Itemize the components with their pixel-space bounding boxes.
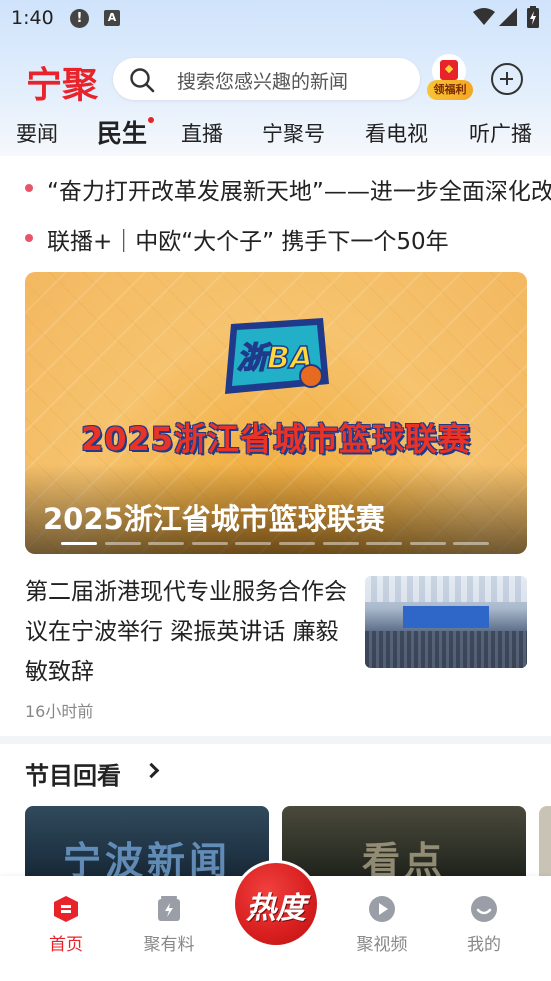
carousel-dot[interactable] <box>61 542 97 545</box>
carousel-indicator <box>61 542 501 546</box>
carousel-dot[interactable] <box>453 542 490 545</box>
article-title: 第二届浙港现代专业服务合作会议在宁波举行 梁振英讲话 廉毅敏致辞 <box>25 579 347 685</box>
carousel-dot[interactable] <box>322 542 359 545</box>
headline-text: 联播+｜中欧“大个子” 携手下一个50年 <box>47 229 449 255</box>
nav-home-label: 首页 <box>49 935 83 955</box>
tab-tingguangbo[interactable]: 听广播 <box>469 118 532 148</box>
banner-caption: 2025浙江省城市篮球联赛 <box>43 502 385 536</box>
tab-minsheng[interactable]: 民生 <box>97 114 155 150</box>
bullet-icon <box>25 234 33 242</box>
news-article[interactable]: 第二届浙港现代专业服务合作会议在宁波举行 梁振英讲话 廉毅敏致辞 16小时前 <box>0 566 551 736</box>
headline-item[interactable]: 联播+｜中欧“大个子” 携手下一个50年 <box>0 218 551 258</box>
nav-mine[interactable]: 我的 <box>444 894 524 955</box>
carousel-dot[interactable] <box>279 542 315 545</box>
banner-title-art: 2025浙江省城市篮球联赛 <box>80 420 472 458</box>
gift-label: 领福利 <box>427 80 473 100</box>
news-feed: “奋力打开改革发展新天地”——进一步全面深化改革 联播+｜中欧“大个子” 携手下… <box>0 156 551 876</box>
gift-button[interactable]: 领福利 <box>427 54 473 102</box>
nav-juyouliao-label: 聚有料 <box>143 935 195 955</box>
status-bar: 1:40 ! A <box>0 0 551 38</box>
hot-button-label: 热度 <box>246 891 306 926</box>
red-envelope-icon <box>440 60 458 80</box>
thumbnail-lights <box>365 576 527 602</box>
tab-yaowen[interactable]: 要闻 <box>16 118 58 148</box>
carousel-banner[interactable]: 浙BA 2025浙江省城市篮球联赛 2025浙江省城市篮球联赛 <box>25 272 527 554</box>
search-placeholder: 搜索您感兴趣的新闻 <box>177 71 349 93</box>
article-time: 16小时前 <box>25 702 94 721</box>
chevron-right-icon[interactable] <box>143 762 160 779</box>
app-logo[interactable]: 宁聚 <box>26 56 98 108</box>
replay-card[interactable]: 宁波新闻 <box>25 806 269 876</box>
nav-juyouliao[interactable]: 聚有料 <box>129 894 209 955</box>
flash-icon <box>158 896 180 921</box>
headline-item[interactable]: “奋力打开改革发展新天地”——进一步全面深化改革 <box>0 168 551 208</box>
tab-zhibo[interactable]: 直播 <box>181 118 223 148</box>
signal-icon <box>499 8 517 26</box>
tab-minsheng-label: 民生 <box>97 119 148 148</box>
add-icon[interactable] <box>491 63 523 95</box>
tab-ningjuhao[interactable]: 宁聚号 <box>262 118 325 148</box>
status-time: 1:40 <box>11 7 54 29</box>
nav-jushipin[interactable]: 聚视频 <box>342 894 422 955</box>
alert-icon: ! <box>70 9 89 28</box>
section-divider <box>0 736 551 744</box>
search-bar[interactable]: 搜索您感兴趣的新闻 <box>113 58 420 100</box>
nav-mine-label: 我的 <box>467 935 501 955</box>
text-notification-icon: A <box>104 10 120 26</box>
play-icon <box>369 896 395 922</box>
thumbnail-stage <box>403 606 489 628</box>
replay-title: 看点 <box>361 839 446 876</box>
replay-card[interactable]: 看点 <box>282 806 526 876</box>
carousel-dot[interactable] <box>235 542 272 545</box>
thumbnail-audience <box>365 631 527 668</box>
tab-kandianshi[interactable]: 看电视 <box>365 118 428 148</box>
new-dot-icon <box>148 117 155 123</box>
headline-text: “奋力打开改革发展新天地”——进一步全面深化改革 <box>47 179 551 205</box>
wifi-icon <box>473 8 495 25</box>
hot-button[interactable]: 热度 <box>232 860 320 948</box>
section-title[interactable]: 节目回看 <box>25 756 121 791</box>
basketball-league-logo: 浙BA <box>225 318 329 394</box>
article-thumbnail <box>365 576 527 668</box>
bullet-icon <box>25 184 33 192</box>
replay-card-partial[interactable] <box>539 806 551 876</box>
search-icon <box>130 68 155 93</box>
nav-jushipin-label: 聚视频 <box>356 935 408 955</box>
carousel-dot[interactable] <box>366 542 403 545</box>
channel-tabs: 要闻 民生 直播 宁聚号 看电视 听广播 <box>0 112 551 152</box>
carousel-dot[interactable] <box>148 542 185 545</box>
carousel-dot[interactable] <box>104 542 141 545</box>
replay-title: 宁波新闻 <box>62 839 231 876</box>
carousel-dot[interactable] <box>191 542 228 545</box>
profile-icon <box>471 896 497 922</box>
home-icon <box>54 896 78 922</box>
carousel-dot[interactable] <box>409 542 446 545</box>
nav-home[interactable]: 首页 <box>26 894 106 955</box>
battery-icon <box>527 6 539 28</box>
hot-button-circle: 热度 <box>235 863 317 945</box>
